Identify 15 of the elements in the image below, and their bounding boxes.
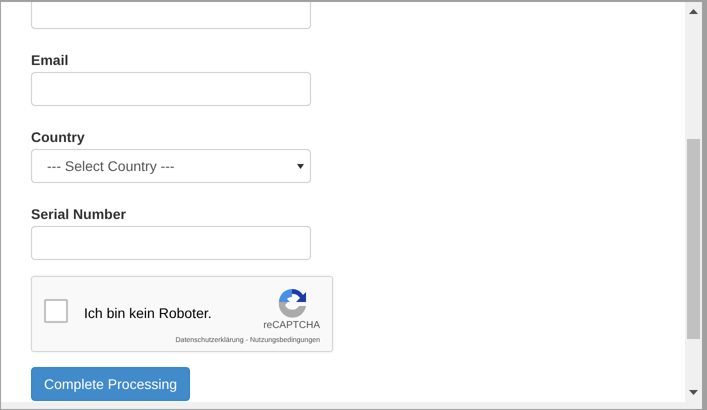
country-select[interactable]: --- Select Country --- [31,149,311,183]
scroll-thumb[interactable] [687,139,700,339]
captcha-checkbox[interactable] [44,299,68,323]
complete-processing-button[interactable]: Complete Processing [31,367,190,401]
scroll-up-icon[interactable] [689,9,698,14]
field-label: Email [31,52,70,68]
recaptcha-brand: reCAPTCHA [263,320,320,331]
field-label: Serial Number [31,206,127,222]
field-label: Country [31,129,86,145]
scroll-down-icon[interactable] [689,390,698,395]
caret-icon [297,164,304,168]
input-field[interactable] [31,2,311,29]
input-field[interactable] [31,226,311,260]
captcha-label: Ich bin kein Roboter. [84,305,212,321]
input-field[interactable] [31,72,311,106]
